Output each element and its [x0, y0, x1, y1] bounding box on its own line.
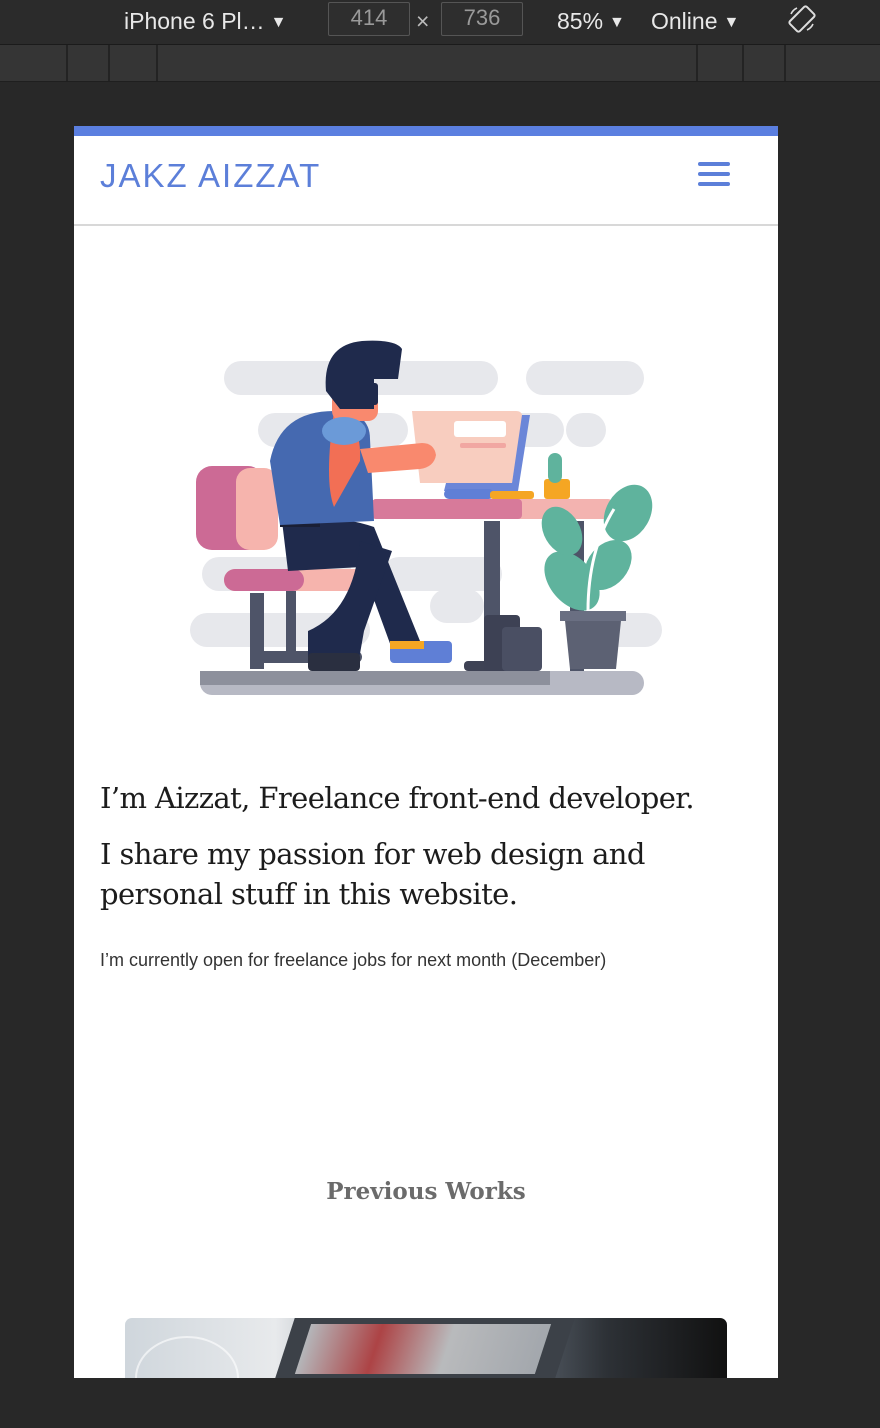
- accent-bar: [74, 126, 778, 136]
- previous-works-title: Previous Works: [326, 1178, 526, 1205]
- lightbulb-shape: [135, 1336, 239, 1378]
- zoom-select[interactable]: 85% ▼: [557, 4, 625, 40]
- chevron-down-icon: ▼: [609, 14, 625, 31]
- ruler-divider: [696, 45, 698, 81]
- ruler-divider: [742, 45, 744, 81]
- ruler-divider: [156, 45, 158, 81]
- chevron-down-icon: ▼: [723, 14, 740, 31]
- height-input[interactable]: 736: [441, 2, 523, 36]
- devtools-toolbar: iPhone 6 Pl… ▼ 414 × 736 85% ▼ Online ▼: [0, 0, 880, 45]
- times-sign: ×: [416, 8, 430, 34]
- device-viewport: JAKZ AIZZAT I’m Aizzat, Freelance front-…: [74, 126, 778, 1378]
- width-input[interactable]: 414: [328, 2, 410, 36]
- site-header: JAKZ AIZZAT: [74, 136, 778, 226]
- hamburger-menu-icon[interactable]: [698, 160, 730, 188]
- availability-note: I’m currently open for freelance jobs fo…: [100, 950, 607, 970]
- site-logo[interactable]: JAKZ AIZZAT: [100, 156, 321, 196]
- chevron-down-icon: ▼: [270, 14, 287, 31]
- hero-illustration: [190, 340, 662, 695]
- headline: I’m Aizzat, Freelance front-end develope…: [100, 781, 695, 815]
- laptop-display-content: [294, 1324, 552, 1374]
- media-query-bar[interactable]: [0, 45, 880, 82]
- work-card-image[interactable]: [125, 1318, 727, 1378]
- ruler-divider: [66, 45, 68, 81]
- ruler-divider: [108, 45, 110, 81]
- zoom-value: 85%: [557, 8, 604, 34]
- rotate-icon[interactable]: [787, 4, 817, 34]
- network-value: Online: [651, 8, 718, 34]
- ruler-divider: [784, 45, 786, 81]
- device-select[interactable]: iPhone 6 Pl… ▼: [124, 4, 286, 40]
- device-name: iPhone 6 Pl…: [124, 8, 265, 34]
- subheadline: I share my passion for web design and pe…: [100, 837, 645, 911]
- network-select[interactable]: Online ▼: [651, 4, 739, 40]
